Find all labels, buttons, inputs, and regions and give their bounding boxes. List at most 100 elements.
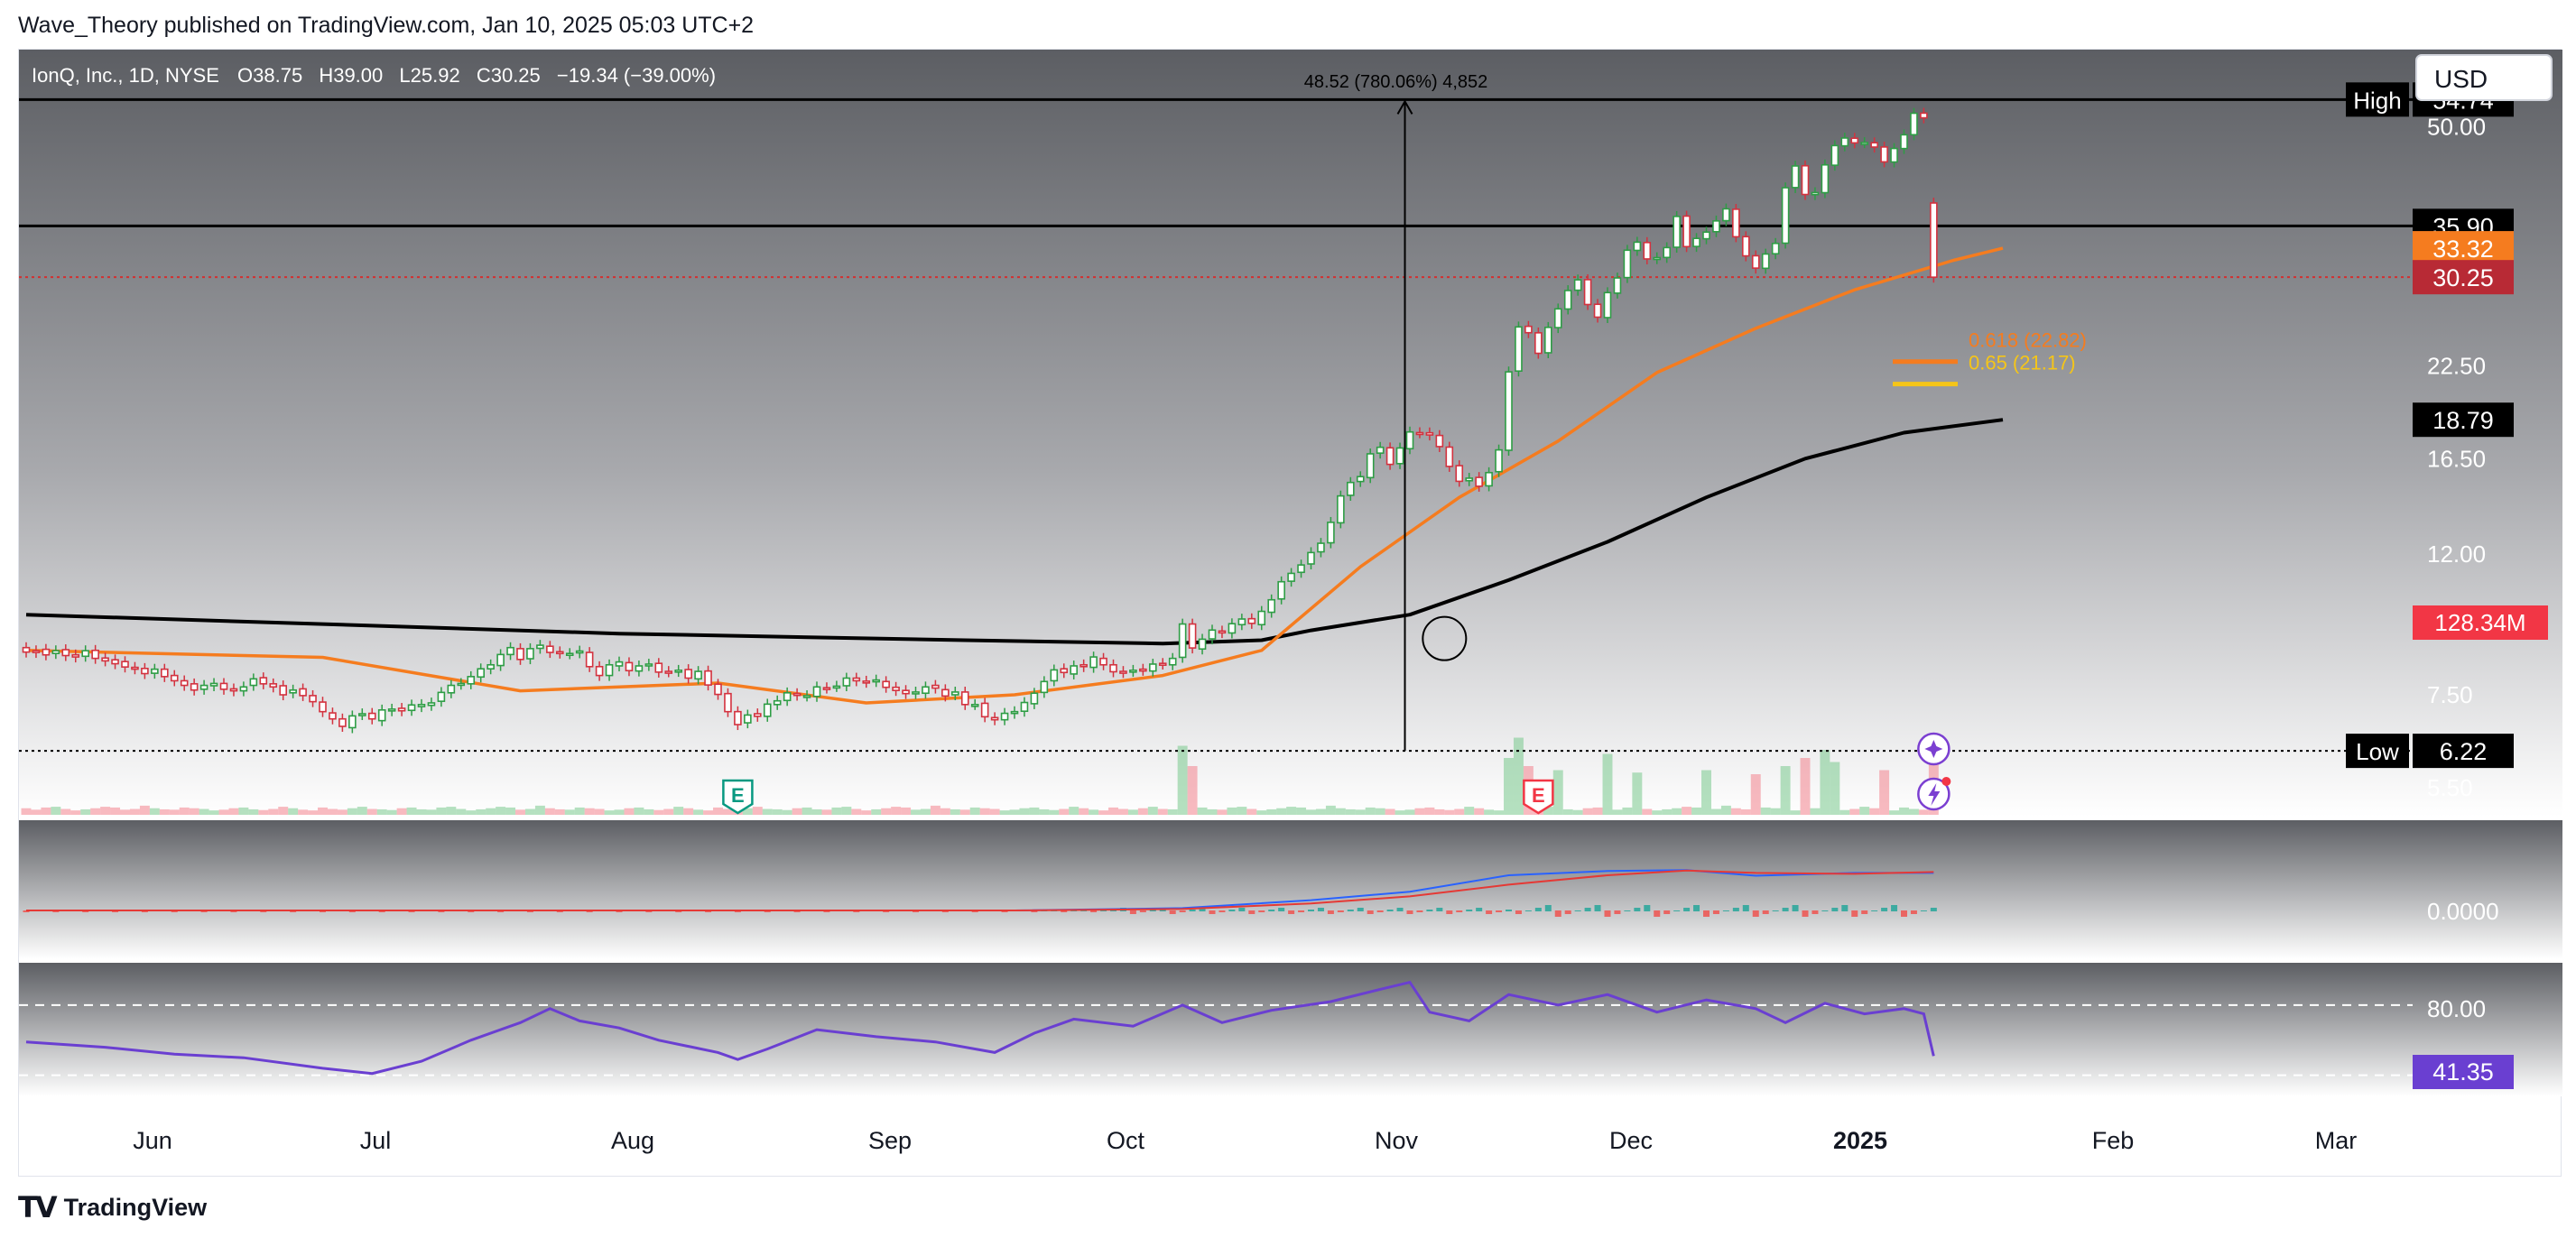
candle-body <box>546 645 554 653</box>
candle-body <box>1099 657 1107 666</box>
volume-bar <box>1207 808 1218 815</box>
volume-bar <box>1197 807 1208 815</box>
candle-body <box>397 707 406 712</box>
volume-bar <box>1484 809 1495 815</box>
candle-body <box>1139 668 1147 672</box>
volume-bar <box>308 810 319 815</box>
volume-bar <box>1632 772 1643 815</box>
macd-hist-bar <box>1792 905 1799 911</box>
candle-body <box>121 661 129 668</box>
candle-body <box>329 712 337 720</box>
volume-bar <box>1434 808 1445 815</box>
time-tick-label: Oct <box>1107 1127 1145 1154</box>
candle-body <box>1840 137 1849 147</box>
macd-hist-bar <box>1901 910 1907 917</box>
macd-hist-bar <box>1644 905 1651 911</box>
candle-body <box>259 677 268 685</box>
volume-bar <box>386 809 397 815</box>
candle-body <box>1544 327 1552 354</box>
chart-canvas[interactable]: 128.34M High54.7435.9033.3230.2518.79Low… <box>19 50 2562 1178</box>
macd-hist-bar <box>1732 908 1739 911</box>
volume-bar <box>1039 808 1050 815</box>
volume-bar <box>802 807 812 815</box>
volume-bar <box>456 808 467 815</box>
time-axis[interactable]: Jun Jul Aug Sep Oct Nov Dec 2025 Feb Mar <box>133 1127 2357 1154</box>
volume-bar <box>534 805 545 815</box>
volume-bar <box>1582 808 1593 815</box>
candle-body <box>1366 453 1375 479</box>
candle-body <box>101 657 109 662</box>
candle-body <box>980 702 989 718</box>
publisher-line: Wave_Theory published on TradingView.com… <box>18 13 755 38</box>
volume-bar <box>950 808 960 815</box>
macd-hist-bar <box>1881 908 1888 911</box>
candle-body <box>1751 254 1760 269</box>
chart-frame[interactable]: 128.34M High54.7435.9033.3230.2518.79Low… <box>18 49 2562 1177</box>
volume-bar <box>258 809 269 815</box>
candle-body <box>941 688 950 698</box>
candle-body <box>151 668 159 674</box>
volume-bar <box>1117 808 1128 815</box>
volume-bar <box>1237 807 1247 815</box>
candle-body <box>773 699 782 706</box>
macd-hist-bar <box>1179 910 1186 912</box>
volume-bar <box>1879 770 1890 815</box>
candle-body <box>832 685 841 689</box>
volume-bar <box>120 809 130 815</box>
volume-bar <box>1682 807 1692 815</box>
candle-body <box>1475 476 1483 487</box>
volume-bar <box>1454 808 1465 815</box>
time-tick-label: Dec <box>1609 1127 1653 1154</box>
fib-label: 0.618 (22.82) <box>1969 329 2087 352</box>
volume-bar <box>762 808 773 815</box>
volume-bar <box>1859 807 1870 815</box>
earnings-label: E <box>1532 784 1545 807</box>
price-tick-label: 50.00 <box>2427 113 2486 140</box>
volume-bar <box>634 807 644 815</box>
volume-bar <box>989 808 1000 815</box>
candle-body <box>882 680 890 688</box>
volume-bar <box>930 805 941 815</box>
candle-body <box>595 665 604 677</box>
candle-body <box>1791 165 1800 189</box>
candle-body <box>289 688 297 694</box>
volume-bar <box>1889 810 1900 815</box>
macd-hist-bar <box>1347 910 1354 911</box>
earnings-label: E <box>731 784 745 807</box>
volume-bar <box>515 809 525 815</box>
currency-button[interactable]: USD <box>2415 54 2553 101</box>
volume-bar <box>693 809 704 815</box>
candle-body <box>1030 692 1039 705</box>
candle-body <box>1356 476 1365 483</box>
candle-body <box>892 686 900 691</box>
volume-bar <box>1089 809 1099 815</box>
candle-body <box>467 676 476 685</box>
candle-body <box>536 644 544 650</box>
macd-hist-bar <box>1861 910 1868 914</box>
volume-bar <box>1750 774 1761 815</box>
candle-body <box>635 665 644 672</box>
volume-bar <box>1592 807 1603 815</box>
volume-bar <box>347 808 357 815</box>
volume-bar <box>1029 807 1040 815</box>
volume-bar <box>366 808 377 815</box>
price-tick-label: 7.50 <box>2427 681 2473 708</box>
candle-body <box>1920 112 1928 119</box>
volume-bar <box>327 808 338 815</box>
macd-hist-bar <box>1930 908 1937 911</box>
volume-bar <box>1552 770 1563 815</box>
legend-close: 30.25 <box>491 64 541 87</box>
macd-hist-bar <box>1209 910 1216 914</box>
volume-bar <box>624 808 635 815</box>
candle-body <box>922 686 930 695</box>
volume-bar <box>703 810 714 815</box>
candle-body <box>506 646 514 656</box>
candle-body <box>1307 551 1315 565</box>
volume-bar <box>1720 805 1731 815</box>
volume-bar <box>476 808 486 815</box>
volume-bar <box>298 809 309 815</box>
volume-bar <box>979 808 990 815</box>
macd-hist-bar <box>1752 910 1759 917</box>
footer-brand[interactable]: TV TradingView <box>18 1189 207 1225</box>
legend-high: 39.00 <box>333 64 383 87</box>
